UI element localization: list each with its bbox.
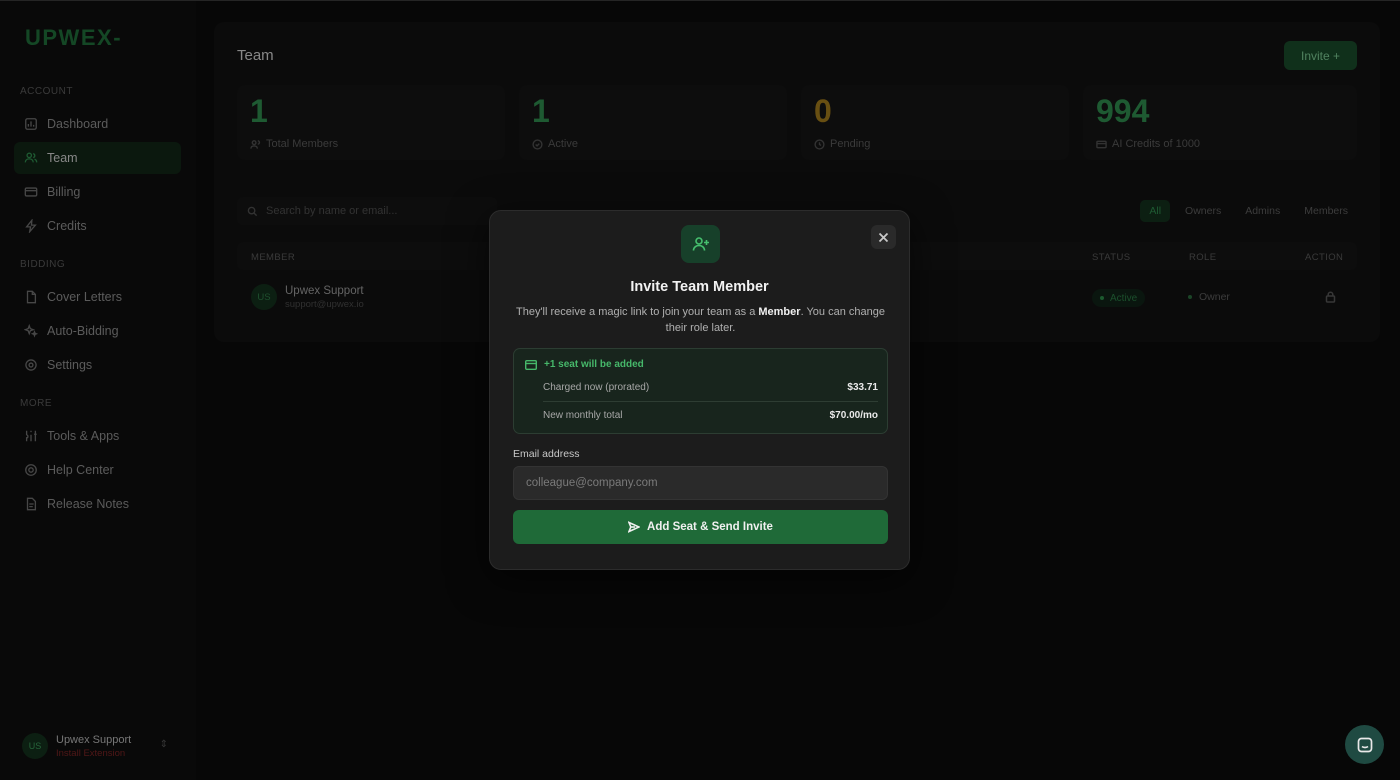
charged-now-row: Charged now (prorated) $33.71 xyxy=(543,382,878,393)
send-icon xyxy=(628,521,641,533)
send-invite-label: Add Seat & Send Invite xyxy=(647,521,773,533)
close-icon xyxy=(878,232,889,242)
monthly-label: New monthly total xyxy=(543,410,623,421)
seat-notice: +1 seat will be added xyxy=(544,359,644,370)
invite-modal: Invite Team Member They'll receive a mag… xyxy=(489,210,910,570)
chat-icon xyxy=(1357,737,1372,752)
card-icon xyxy=(525,359,537,370)
email-field[interactable] xyxy=(513,466,888,500)
charged-value: $33.71 xyxy=(847,382,878,393)
send-invite-button[interactable]: Add Seat & Send Invite xyxy=(513,510,888,544)
email-label: Email address xyxy=(513,448,580,460)
modal-title: Invite Team Member xyxy=(630,279,769,295)
charged-label: Charged now (prorated) xyxy=(543,382,650,393)
monthly-value: $70.00/mo xyxy=(829,410,878,421)
modal-description: They'll receive a magic link to join you… xyxy=(516,306,885,334)
user-plus-icon xyxy=(681,225,720,263)
seat-charge-summary: +1 seat will be added Charged now (prora… xyxy=(513,348,888,434)
divider xyxy=(543,401,878,402)
chat-widget-button[interactable] xyxy=(1345,725,1384,764)
close-button[interactable] xyxy=(871,225,896,249)
monthly-total-row: New monthly total $70.00/mo xyxy=(543,410,878,421)
role-name: Member xyxy=(758,306,801,318)
